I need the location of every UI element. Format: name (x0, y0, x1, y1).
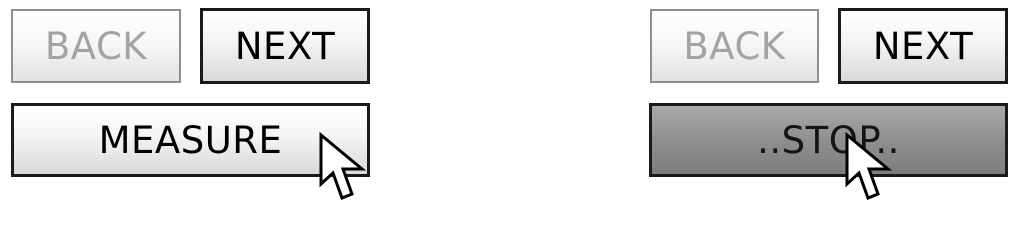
next-button[interactable]: NEXT (200, 8, 370, 84)
back-button[interactable]: BACK (650, 9, 819, 83)
arrow-cursor-icon (319, 132, 367, 200)
arrow-cursor-icon (845, 132, 893, 200)
back-button[interactable]: BACK (11, 9, 181, 83)
next-button[interactable]: NEXT (838, 8, 1008, 84)
measure-button[interactable]: MEASURE (11, 103, 370, 177)
stop-button[interactable]: ..STOP.. (649, 103, 1008, 177)
panel-measuring-state: BACK NEXT ..STOP.. (638, 0, 1024, 217)
panel-idle-state: BACK NEXT MEASURE (0, 0, 400, 217)
